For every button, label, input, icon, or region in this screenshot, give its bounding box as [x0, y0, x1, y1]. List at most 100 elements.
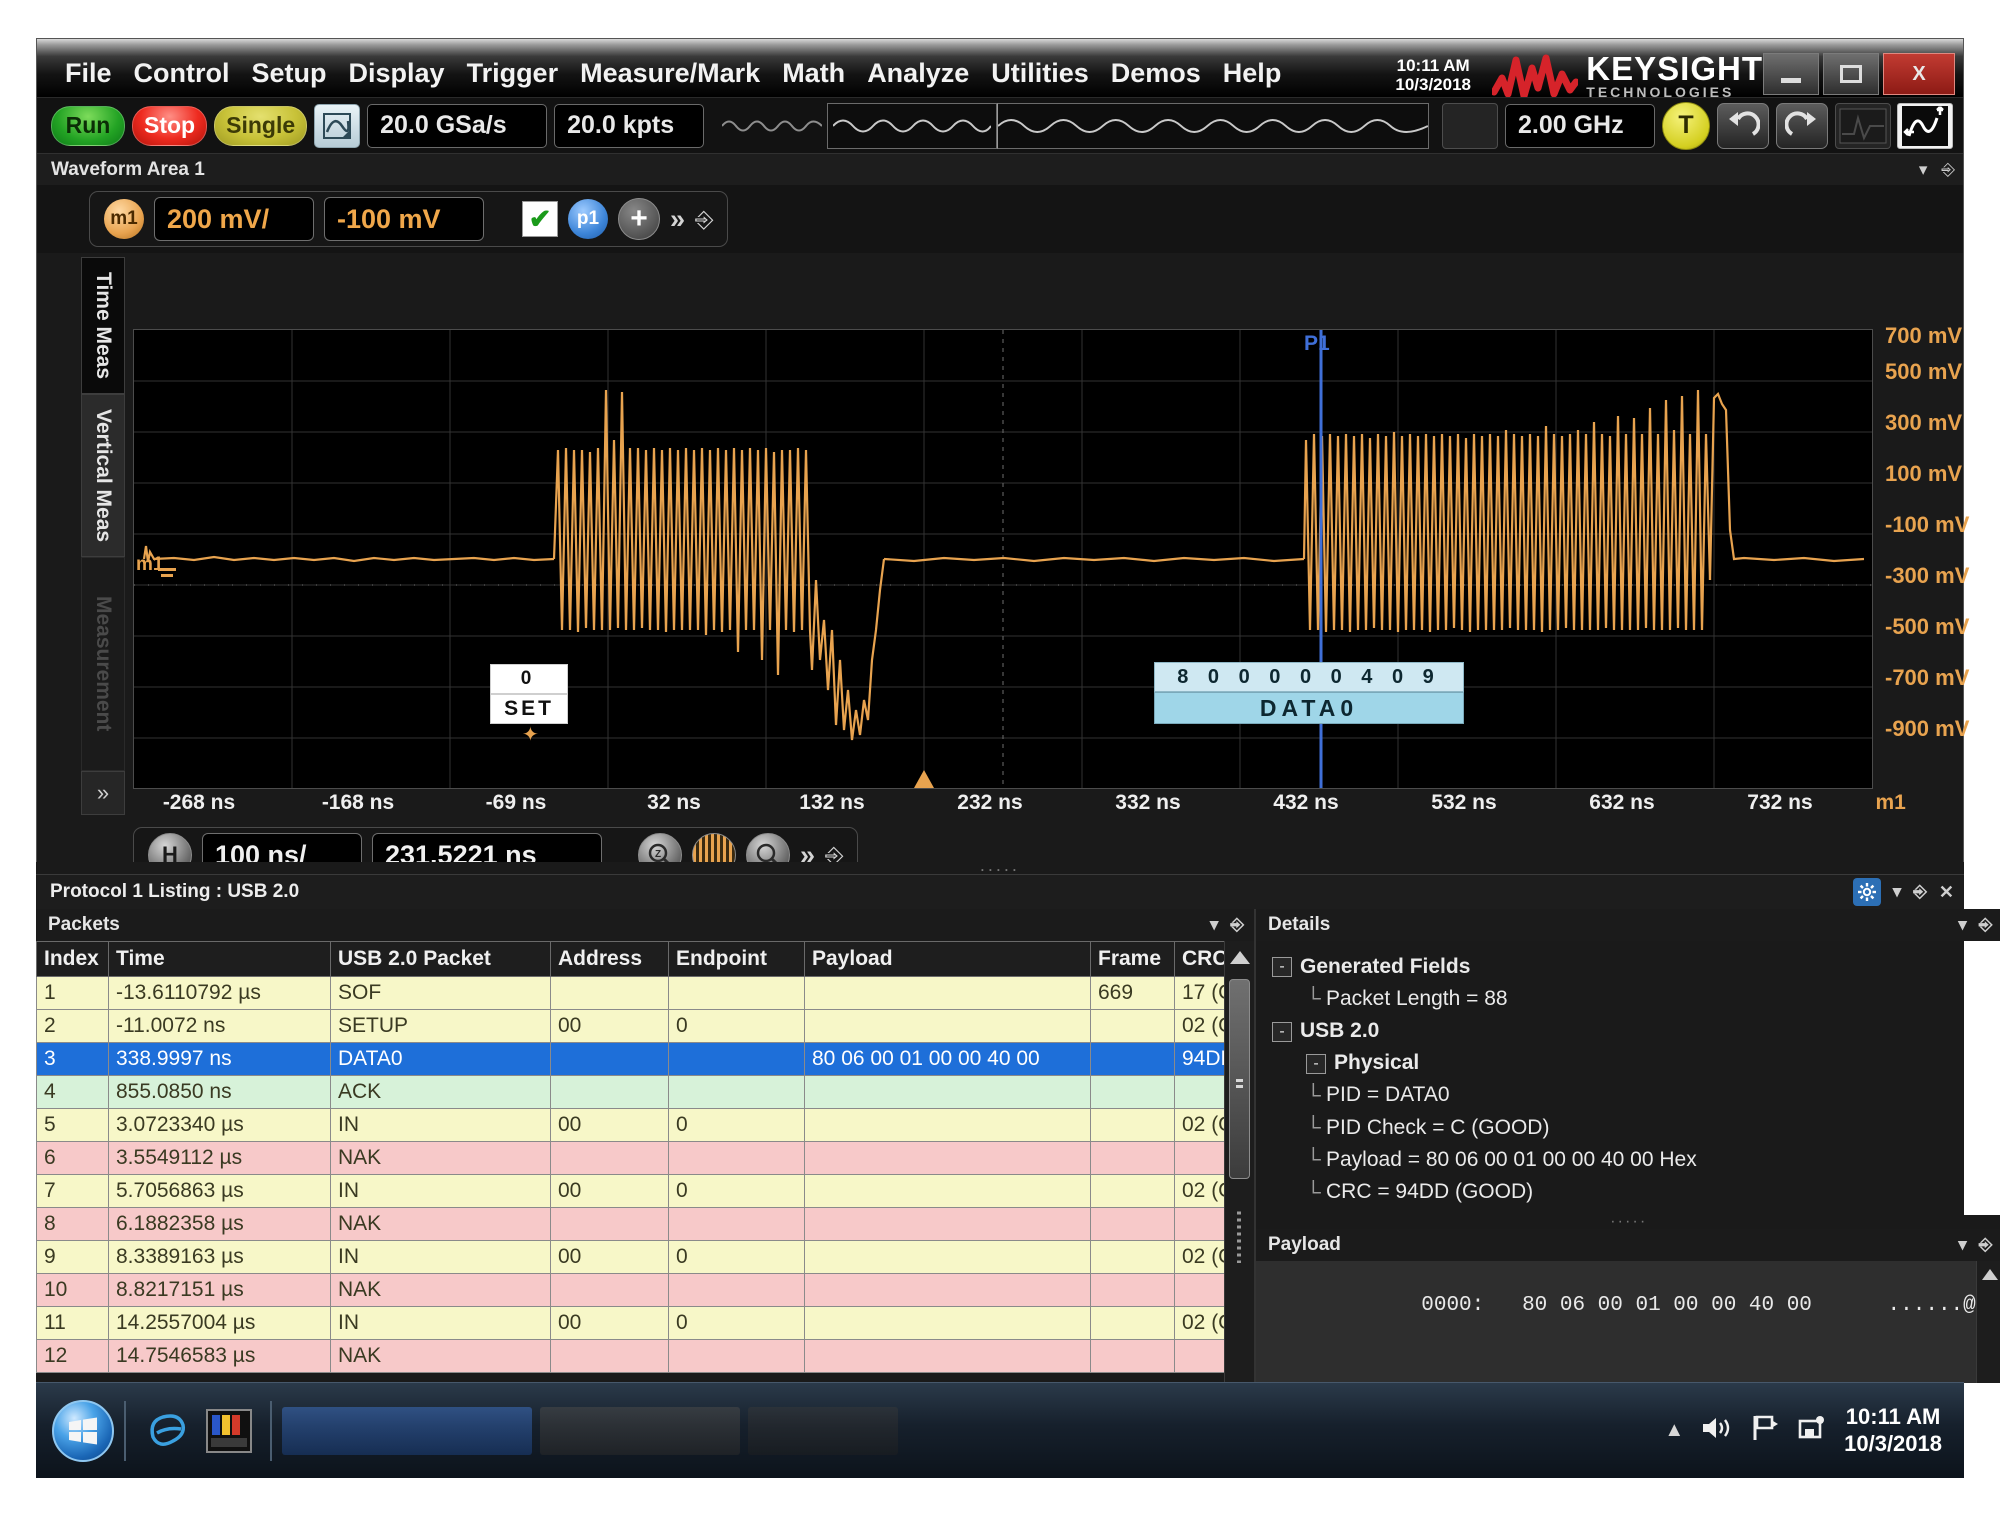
table-row[interactable]: 75.7056863 µsIN00002 (GOOD): [36, 1174, 1254, 1208]
sample-rate-field[interactable]: 20.0 GSa/s: [367, 103, 548, 148]
table-row[interactable]: 12 14.7546583 µs NAK: [36, 1339, 1254, 1373]
minimize-button[interactable]: [1763, 53, 1819, 95]
tree-node[interactable]: └ Packet Length = 88: [1272, 983, 2000, 1015]
table-row[interactable]: 8 6.1882358 µs NAK: [36, 1207, 1254, 1241]
table-row[interactable]: 6 3.5549112 µs NAK: [36, 1141, 1254, 1175]
col-payload[interactable]: Payload: [804, 941, 1091, 977]
protocol-close-icon[interactable]: ✕: [1939, 882, 1954, 903]
channel-scale-field[interactable]: 200 mV/: [154, 197, 314, 241]
menu-item-analyze[interactable]: Analyze: [867, 58, 969, 89]
gear-icon[interactable]: [1852, 878, 1881, 906]
tree-node[interactable]: └ PID Check = C (GOOD): [1272, 1112, 2000, 1144]
protocol-collapse-icon[interactable]: ▾: [1893, 882, 1902, 902]
col-packet[interactable]: USB 2.0 Packet: [330, 941, 551, 977]
col-endpoint[interactable]: Endpoint: [668, 941, 805, 977]
payload-scrollbar[interactable]: [1976, 1260, 2000, 1383]
menu-item-utilities[interactable]: Utilities: [991, 58, 1089, 89]
chevron-down-icon[interactable]: ▾: [1919, 160, 1928, 180]
protocol-pin-icon[interactable]: ⎆: [1913, 882, 1927, 902]
payload-pin-icon[interactable]: ⎆: [1979, 1235, 1993, 1255]
network-flag-icon[interactable]: [1750, 1413, 1780, 1448]
pin-icon[interactable]: ⎆: [1941, 160, 1955, 180]
col-frame[interactable]: Frame: [1090, 941, 1175, 977]
display-preview-box[interactable]: [1835, 102, 1891, 149]
waveform-graticule[interactable]: P1 m1 0 SET ✦ 8 0 0 0 0 0 4 0 9 DATA0: [133, 329, 1873, 789]
taskbar-window-2[interactable]: [540, 1406, 740, 1455]
menu-item-trigger[interactable]: Trigger: [467, 58, 559, 89]
table-row[interactable]: 2-11.0072 nsSETUP00002 (GOOD): [36, 1009, 1254, 1043]
maximize-button[interactable]: [1823, 53, 1879, 95]
show-hidden-icons-icon[interactable]: ▲: [1664, 1419, 1684, 1442]
channel-offset-field[interactable]: -100 mV: [324, 197, 484, 241]
col-time[interactable]: Time: [108, 941, 331, 977]
tree-node[interactable]: └ PID = DATA0: [1272, 1079, 2000, 1111]
tree-node[interactable]: - Generated Fields: [1272, 951, 2000, 983]
scroll-thumb[interactable]: [1229, 979, 1250, 1179]
pane-resize-handle[interactable]: [1226, 1209, 1252, 1263]
redo-icon[interactable]: [1776, 102, 1828, 149]
decode-bus-data0-label[interactable]: DATA0: [1154, 692, 1464, 724]
overview-window-right[interactable]: [997, 102, 1429, 149]
probe-p1-badge[interactable]: p1: [568, 199, 608, 239]
bandwidth-field[interactable]: 2.00 GHz: [1505, 103, 1655, 148]
close-button[interactable]: X: [1883, 53, 1955, 95]
memory-depth-field[interactable]: 20.0 kpts: [554, 103, 705, 148]
vtab-time-meas[interactable]: Time Meas: [81, 257, 125, 394]
packets-vertical-scrollbar[interactable]: [1224, 941, 1254, 1383]
tree-toggle-icon[interactable]: -: [1306, 1053, 1326, 1074]
menu-item-measure-mark[interactable]: Measure/Mark: [580, 58, 760, 89]
channel-enable-checkbox[interactable]: ✔: [522, 201, 558, 237]
channel-m1-badge[interactable]: m1: [104, 199, 144, 239]
decode-bus-setup-value[interactable]: 0: [490, 664, 568, 694]
payload-scroll-up-icon[interactable]: [1981, 1268, 1998, 1280]
taskbar-clock[interactable]: 10:11 AM 10/3/2018: [1844, 1404, 1942, 1457]
channel-pin-icon[interactable]: ⎆: [695, 206, 713, 233]
details-pin-icon[interactable]: ⎆: [1979, 915, 1993, 935]
trigger-badge[interactable]: T: [1662, 101, 1710, 150]
internet-explorer-icon[interactable]: [136, 1400, 198, 1462]
details-payload-splitter[interactable]: ∙∙∙∙∙: [1256, 1213, 2000, 1230]
details-collapse-icon[interactable]: ▾: [1958, 915, 1967, 935]
action-center-icon[interactable]: [1796, 1413, 1828, 1448]
single-button[interactable]: Single: [214, 105, 308, 146]
packets-collapse-icon[interactable]: ▾: [1210, 915, 1219, 935]
tree-node[interactable]: └ CRC = 94DD (GOOD): [1272, 1176, 2000, 1208]
channel-more-button[interactable]: »: [670, 204, 685, 235]
payload-collapse-icon[interactable]: ▾: [1958, 1235, 1967, 1255]
tree-toggle-icon[interactable]: -: [1272, 1021, 1292, 1042]
decode-bus-data0-value[interactable]: 8 0 0 0 0 0 4 0 9: [1154, 662, 1464, 692]
waveform-overview-strip[interactable]: [717, 102, 1429, 149]
table-row[interactable]: 53.0723340 µsIN00002 (GOOD): [36, 1108, 1254, 1142]
menu-item-setup[interactable]: Setup: [252, 58, 327, 89]
vtab-expand-button[interactable]: »: [81, 771, 125, 815]
table-row[interactable]: 98.3389163 µsIN00002 (GOOD): [36, 1240, 1254, 1274]
taskbar-window-buttons[interactable]: [282, 1400, 1664, 1462]
col-address[interactable]: Address: [550, 941, 669, 977]
vtab-measurement[interactable]: Measurement: [81, 557, 125, 771]
stop-button[interactable]: Stop: [132, 105, 208, 146]
menu-item-display[interactable]: Display: [349, 58, 445, 89]
packets-pin-icon[interactable]: ⎆: [1230, 915, 1244, 935]
tree-node[interactable]: - USB 2.0: [1272, 1015, 2000, 1047]
table-row[interactable]: 10 8.8217151 µs NAK: [36, 1273, 1254, 1307]
taskbar-window-1[interactable]: [282, 1406, 532, 1455]
tree-node[interactable]: └ Payload = 80 06 00 01 00 00 40 00 Hex: [1272, 1144, 2000, 1176]
table-row[interactable]: 1-13.6110792 µsSOF66917 (GOOD): [36, 976, 1254, 1010]
col-index[interactable]: Index: [36, 941, 109, 977]
menu-item-help[interactable]: Help: [1223, 58, 1282, 89]
tree-node[interactable]: - Physical: [1272, 1047, 2000, 1079]
volume-icon[interactable]: [1700, 1413, 1734, 1448]
scope-app-icon[interactable]: [198, 1400, 260, 1462]
menu-item-file[interactable]: File: [65, 58, 112, 89]
menu-item-demos[interactable]: Demos: [1111, 58, 1201, 89]
overview-window-left[interactable]: [827, 102, 998, 149]
menu-item-math[interactable]: Math: [782, 58, 845, 89]
channel-ground-marker[interactable]: m1: [136, 554, 163, 576]
vtab-vertical-meas[interactable]: Vertical Meas: [81, 394, 125, 558]
undo-icon[interactable]: [1717, 102, 1769, 149]
table-row[interactable]: 3 338.9997 ns DATA0 80 06 00 01 00 00 40 00…: [36, 1042, 1254, 1076]
table-row[interactable]: 1114.2557004 µsIN00002 (GOOD): [36, 1306, 1254, 1340]
run-button[interactable]: Run: [51, 105, 125, 146]
start-orb[interactable]: [52, 1399, 114, 1462]
table-row[interactable]: 4 855.0850 ns ACK: [36, 1075, 1254, 1109]
